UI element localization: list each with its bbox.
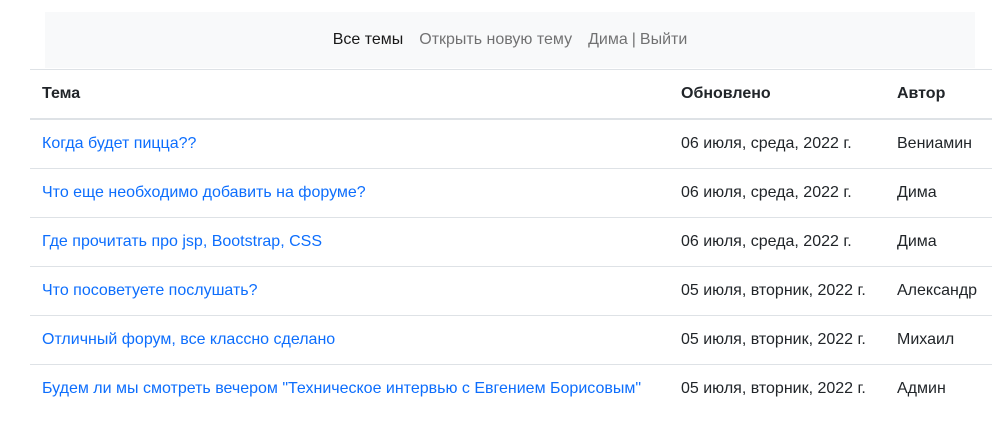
author-cell: Михаил: [885, 315, 992, 365]
user-menu: Дима | Выйти: [580, 31, 695, 49]
topic-cell: Что еще необходимо добавить на форуме?: [30, 168, 669, 218]
updated-cell: 05 июля, вторник, 2022 г.: [681, 380, 866, 397]
table-row: Где прочитать про jsp, Bootstrap, CSS 06…: [30, 217, 992, 267]
author-cell: Вениамин: [885, 119, 992, 169]
topic-cell: Что посоветуете послушать?: [30, 266, 669, 316]
updated-cell: 05 июля, вторник, 2022 г.: [669, 266, 885, 316]
author-cell: Дима: [885, 217, 992, 267]
topic-link[interactable]: Где прочитать про jsp, Bootstrap, CSS: [42, 233, 322, 250]
top-navbar: Все темы Открыть новую тему Дима | Выйти: [45, 12, 975, 68]
table-header: Тема Обновлено Автор: [30, 69, 992, 120]
table-body: Когда будет пицца?? 06 июля, среда, 2022…: [30, 119, 992, 413]
updated-cell: 06 июля, среда, 2022 г.: [669, 119, 885, 169]
nav-user-link[interactable]: Дима: [588, 31, 628, 48]
topic-cell: Где прочитать про jsp, Bootstrap, CSS: [30, 217, 669, 267]
topic-link[interactable]: Будем ли мы смотреть вечером "Техническо…: [42, 380, 641, 397]
topic-cell: Отличный форум, все классно сделано: [30, 315, 669, 365]
nav-separator: |: [631, 31, 636, 48]
author-cell: Дима: [885, 168, 992, 218]
topics-table: Тема Обновлено Автор Когда будет пицца??…: [30, 69, 992, 413]
topic-cell: Когда будет пицца??: [30, 119, 669, 169]
topic-link[interactable]: Когда будет пицца??: [42, 135, 196, 152]
updated-cell: 05 июля, вторник, 2022 г.: [669, 315, 885, 365]
table-row: Отличный форум, все классно сделано 05 и…: [30, 315, 992, 365]
column-header-author: Автор: [885, 69, 992, 120]
topic-link[interactable]: Отличный форум, все классно сделано: [42, 331, 335, 348]
table-row: Будем ли мы смотреть вечером "Техническо…: [30, 365, 992, 414]
table-row: Когда будет пицца?? 06 июля, среда, 2022…: [30, 119, 992, 169]
topic-link[interactable]: Что еще необходимо добавить на форуме?: [42, 184, 366, 201]
table-header-row: Тема Обновлено Автор: [30, 69, 992, 120]
topic-link[interactable]: Что посоветуете послушать?: [42, 282, 258, 299]
nav-new-topic-link[interactable]: Открыть новую тему: [411, 31, 580, 49]
author-cell: Александр: [885, 266, 992, 316]
nav-all-topics-link[interactable]: Все темы: [325, 31, 412, 49]
table-row: Что еще необходимо добавить на форуме? 0…: [30, 168, 992, 218]
updated-cell: 06 июля, среда, 2022 г.: [669, 217, 885, 267]
table-row: Что посоветуете послушать? 05 июля, втор…: [30, 266, 992, 316]
topic-cell: Будем ли мы смотреть вечером "Техническо…: [30, 365, 669, 414]
nav-logout-link[interactable]: Выйти: [640, 31, 687, 48]
updated-cell: 06 июля, среда, 2022 г.: [669, 168, 885, 218]
column-header-topic: Тема: [30, 69, 669, 120]
column-header-updated: Обновлено: [669, 69, 885, 120]
author-cell: Админ: [897, 380, 946, 397]
